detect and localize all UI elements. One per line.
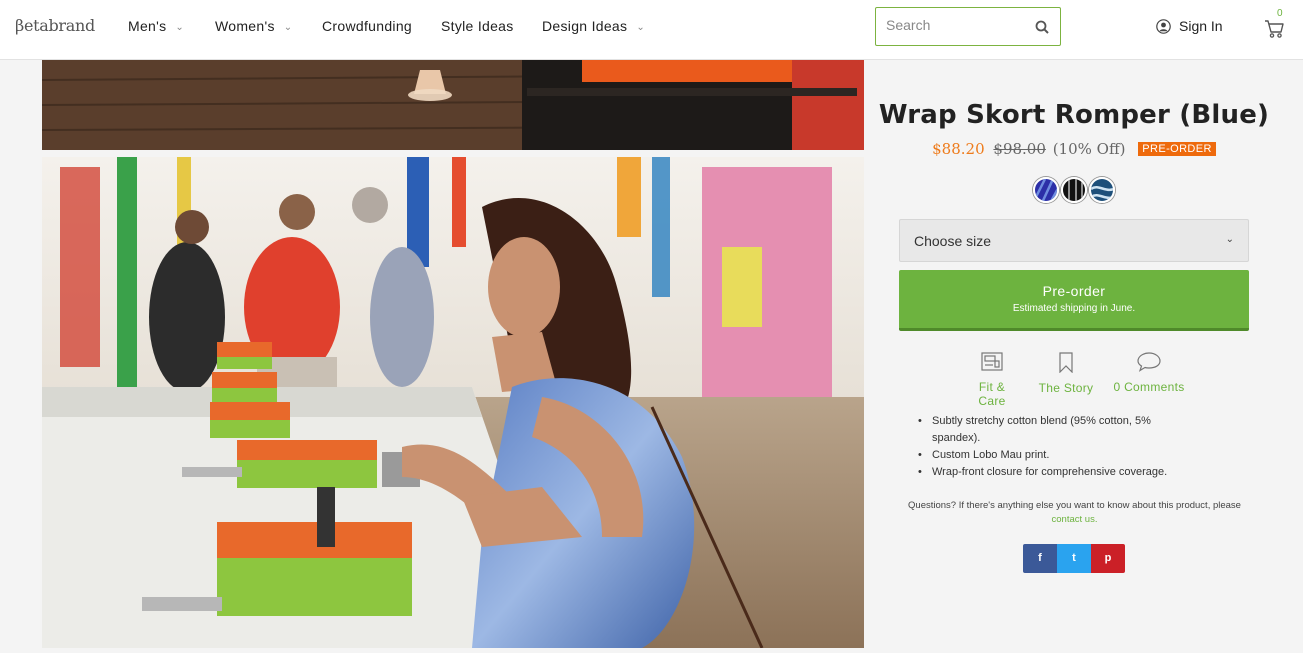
betabrand-logo[interactable]: βetabrand: [15, 16, 95, 35]
user-icon: [1156, 19, 1171, 34]
boardwalk-image: [42, 60, 864, 150]
nav-womens[interactable]: Women's ⌄: [215, 18, 292, 34]
tab-the-story[interactable]: The Story: [1038, 352, 1094, 395]
tab-comments[interactable]: 0 Comments: [1112, 352, 1186, 394]
sign-in-link[interactable]: Sign In: [1156, 18, 1223, 34]
chevron-down-icon: ⌄: [636, 22, 646, 33]
speech-bubble-icon: [1137, 352, 1161, 372]
model-wearing-romper-image: [42, 157, 864, 648]
preorder-badge: PRE-ORDER: [1138, 142, 1216, 156]
cart-button[interactable]: 0: [1264, 8, 1288, 40]
swatch-black-print[interactable]: [1061, 177, 1087, 203]
original-price: $98.00: [993, 140, 1046, 158]
tab-fit-care[interactable]: Fit & Care: [964, 352, 1020, 408]
preorder-button[interactable]: Pre-order Estimated shipping in June.: [899, 270, 1249, 331]
twitter-icon: t: [1072, 552, 1076, 564]
list-item: Custom Lobo Mau print.: [916, 447, 1186, 464]
discount-label: (10% Off): [1052, 140, 1126, 158]
questions-text: Questions? If there's anything else you …: [908, 500, 1241, 525]
chevron-down-icon: ⌄: [283, 22, 293, 33]
bookmark-icon: [1059, 352, 1073, 373]
share-pinterest-button[interactable]: p: [1091, 544, 1125, 573]
share-twitter-button[interactable]: t: [1057, 544, 1091, 573]
product-photo-main[interactable]: [42, 157, 864, 648]
search-input[interactable]: [886, 17, 1026, 33]
chevron-down-icon: ⌄: [1225, 234, 1234, 245]
pinterest-icon: p: [1104, 552, 1112, 564]
feature-list: Subtly stretchy cotton blend (95% cotton…: [916, 413, 1186, 481]
price-row: $88.20 $98.00 (10% Off) PRE-ORDER: [864, 140, 1284, 158]
product-photo-top[interactable]: [42, 60, 864, 150]
nav-design-ideas[interactable]: Design Ideas ⌄: [542, 18, 645, 34]
product-details-panel: Wrap Skort Romper (Blue) $88.20 $98.00 (…: [864, 60, 1303, 653]
list-item: Wrap-front closure for comprehensive cov…: [916, 464, 1186, 481]
facebook-icon: f: [1038, 552, 1042, 564]
search-icon[interactable]: [1035, 20, 1049, 34]
product-title: Wrap Skort Romper (Blue): [878, 100, 1270, 130]
list-item: Subtly stretchy cotton blend (95% cotton…: [916, 413, 1186, 447]
swatch-blue-print[interactable]: [1033, 177, 1059, 203]
cart-icon: [1265, 20, 1284, 38]
size-select[interactable]: Choose size ⌄: [899, 219, 1249, 262]
chevron-down-icon: ⌄: [175, 22, 185, 33]
sewing-machine-icon: [981, 352, 1003, 371]
contact-us-link[interactable]: contact us.: [1052, 514, 1098, 525]
nav-crowdfunding[interactable]: Crowdfunding: [322, 18, 412, 34]
swatch-ocean-print[interactable]: [1089, 177, 1115, 203]
nav-mens[interactable]: Men's ⌄: [128, 18, 184, 34]
share-facebook-button[interactable]: f: [1023, 544, 1057, 573]
search-box: [875, 7, 1061, 46]
site-header: βetabrand Men's ⌄ Women's ⌄ Crowdfunding S…: [0, 0, 1303, 60]
nav-style-ideas[interactable]: Style Ideas: [441, 18, 514, 34]
sale-price: $88.20: [932, 140, 985, 158]
